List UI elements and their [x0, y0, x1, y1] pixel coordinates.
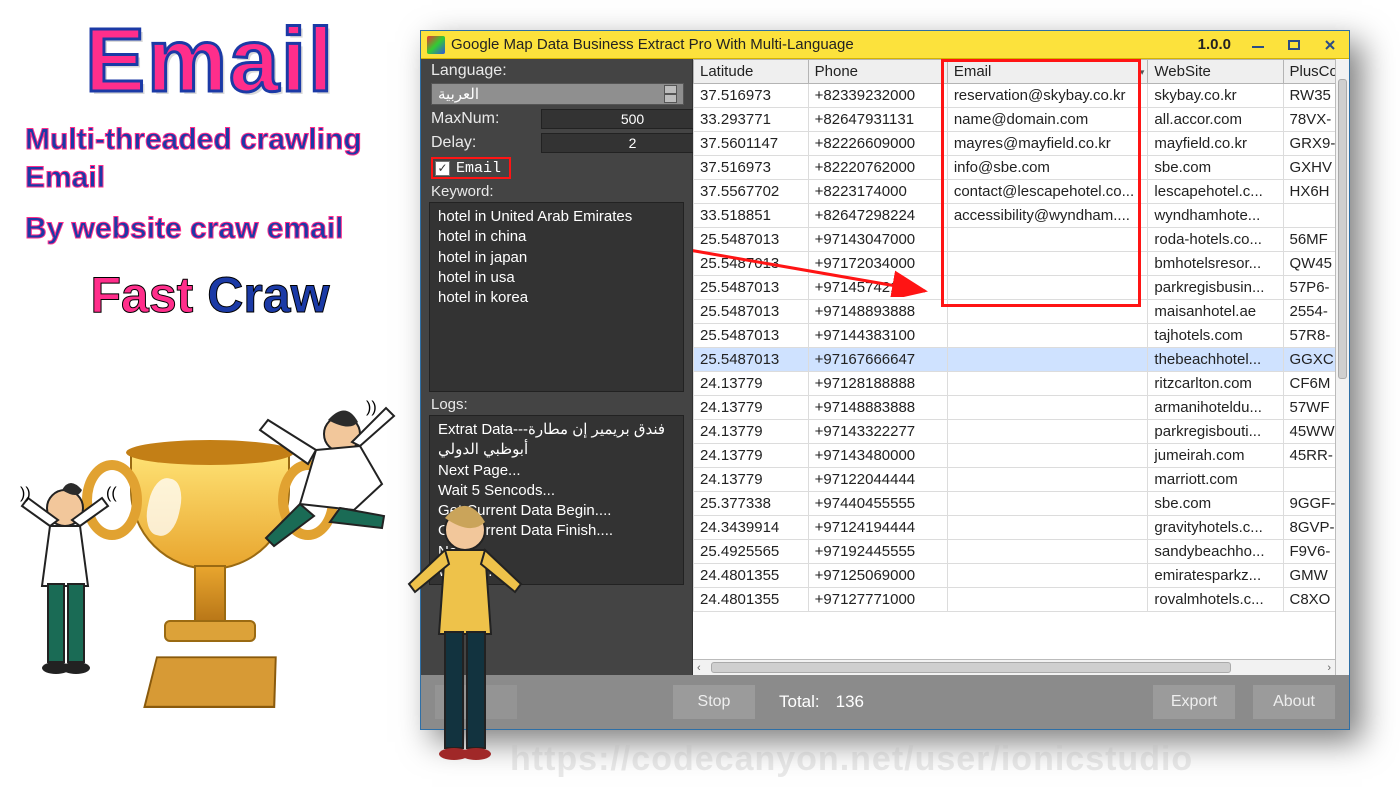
app-icon	[427, 36, 445, 54]
table-row[interactable]: 24.3439914+97124194444gravityhotels.c...…	[694, 516, 1349, 540]
watermark-url: https://codecanyon.net/user/ionicstudio	[510, 740, 1193, 779]
app-window: Google Map Data Business Extract Pro Wit…	[420, 30, 1350, 730]
promo-fast: Fast Craw	[0, 266, 420, 324]
language-label: Language:	[431, 62, 541, 80]
col-email[interactable]: Email▾	[947, 60, 1148, 84]
svg-text:)): ))	[366, 400, 377, 416]
table-row[interactable]: 25.4925565+97192445555sandybeachho...F9V…	[694, 540, 1349, 564]
keyword-label: Keyword:	[421, 179, 692, 202]
svg-text:)): ))	[20, 485, 31, 502]
table-row[interactable]: 24.13779+97148883888armanihoteldu...57WF	[694, 396, 1349, 420]
table-row[interactable]: 24.4801355+97127771000rovalmhotels.c...C…	[694, 588, 1349, 612]
table-row[interactable]: 25.5487013+97144383100tajhotels.com57R8-	[694, 324, 1349, 348]
table-row[interactable]: 25.5487013+97148893888maisanhotel.ae2554…	[694, 300, 1349, 324]
table-row[interactable]: 37.516973+82220762000info@sbe.comsbe.com…	[694, 156, 1349, 180]
table-row[interactable]: 24.13779+97143322277parkregisbouti...45W…	[694, 420, 1349, 444]
table-row[interactable]: 25.5487013+97167666647thebeachhotel...GG…	[694, 348, 1349, 372]
footer-bar: Stop Total: 136 Export About	[421, 675, 1349, 729]
title-bar[interactable]: Google Map Data Business Extract Pro Wit…	[421, 31, 1349, 59]
promo-line-2: By website craw email	[25, 210, 420, 248]
horizontal-scrollbar[interactable]: ‹›	[693, 659, 1335, 675]
promo-line-1: Multi-threaded crawling Email	[25, 121, 420, 196]
export-button[interactable]: Export	[1153, 685, 1235, 719]
table-row[interactable]: 37.5567702+8223174000contact@lescapehote…	[694, 180, 1349, 204]
col-phone[interactable]: Phone	[808, 60, 947, 84]
table-row[interactable]: 24.13779+97143480000jumeirah.com45RR-	[694, 444, 1349, 468]
table-row[interactable]: 25.5487013+97143047000roda-hotels.co...5…	[694, 228, 1349, 252]
person-illustration-front	[400, 500, 530, 805]
window-title: Google Map Data Business Extract Pro Wit…	[451, 36, 854, 53]
minimize-button[interactable]	[1245, 36, 1271, 54]
table-row[interactable]: 25.5487013+97145742100parkregisbusin...5…	[694, 276, 1349, 300]
table-row[interactable]: 37.5601147+82226609000mayres@mayfield.co…	[694, 132, 1349, 156]
maxnum-label: MaxNum:	[431, 110, 541, 128]
results-table[interactable]: Latitude Phone Email▾ WebSite PlusCo 37.…	[693, 59, 1349, 612]
table-row[interactable]: 25.377338+97440455555sbe.com9GGF-	[694, 492, 1349, 516]
vertical-scrollbar[interactable]	[1335, 59, 1349, 675]
dropdown-icon	[664, 85, 677, 103]
table-row[interactable]: 24.13779+97122044444marriott.com	[694, 468, 1349, 492]
stop-button[interactable]: Stop	[673, 685, 755, 719]
close-button[interactable]	[1317, 36, 1343, 54]
language-select[interactable]: العربية	[431, 83, 684, 105]
table-row[interactable]: 37.516973+82339232000reservation@skybay.…	[694, 84, 1349, 108]
col-website[interactable]: WebSite	[1148, 60, 1283, 84]
table-row[interactable]: 33.293771+82647931131name@domain.comall.…	[694, 108, 1349, 132]
logs-label: Logs:	[421, 392, 692, 415]
svg-text:((: ((	[106, 485, 117, 502]
table-row[interactable]: 25.5487013+97172034000bmhotelsresor...QW…	[694, 252, 1349, 276]
promo-headline: Email	[0, 10, 420, 113]
version-label: 1.0.0	[1198, 36, 1231, 53]
chevron-down-icon: ▾	[1140, 67, 1145, 78]
keyword-textarea[interactable]: hotel in United Arab Emirateshotel in ch…	[429, 202, 684, 392]
total-label: Total:	[779, 692, 820, 712]
delay-label: Delay:	[431, 134, 541, 152]
email-checkbox[interactable]: ✓ Email	[431, 157, 511, 179]
person-illustration-left: )) ((	[10, 480, 130, 705]
person-illustration-cup: ))	[250, 400, 400, 585]
about-button[interactable]: About	[1253, 685, 1335, 719]
results-table-wrap: Latitude Phone Email▾ WebSite PlusCo 37.…	[693, 59, 1349, 675]
checkbox-icon: ✓	[435, 161, 450, 176]
table-header-row[interactable]: Latitude Phone Email▾ WebSite PlusCo	[694, 60, 1349, 84]
maximize-button[interactable]	[1281, 36, 1307, 54]
table-row[interactable]: 24.13779+97128188888ritzcarlton.comCF6M	[694, 372, 1349, 396]
col-latitude[interactable]: Latitude	[694, 60, 809, 84]
table-row[interactable]: 24.4801355+97125069000emiratesparkz...GM…	[694, 564, 1349, 588]
total-value: 136	[836, 692, 864, 712]
table-row[interactable]: 33.518851+82647298224accessibility@wyndh…	[694, 204, 1349, 228]
